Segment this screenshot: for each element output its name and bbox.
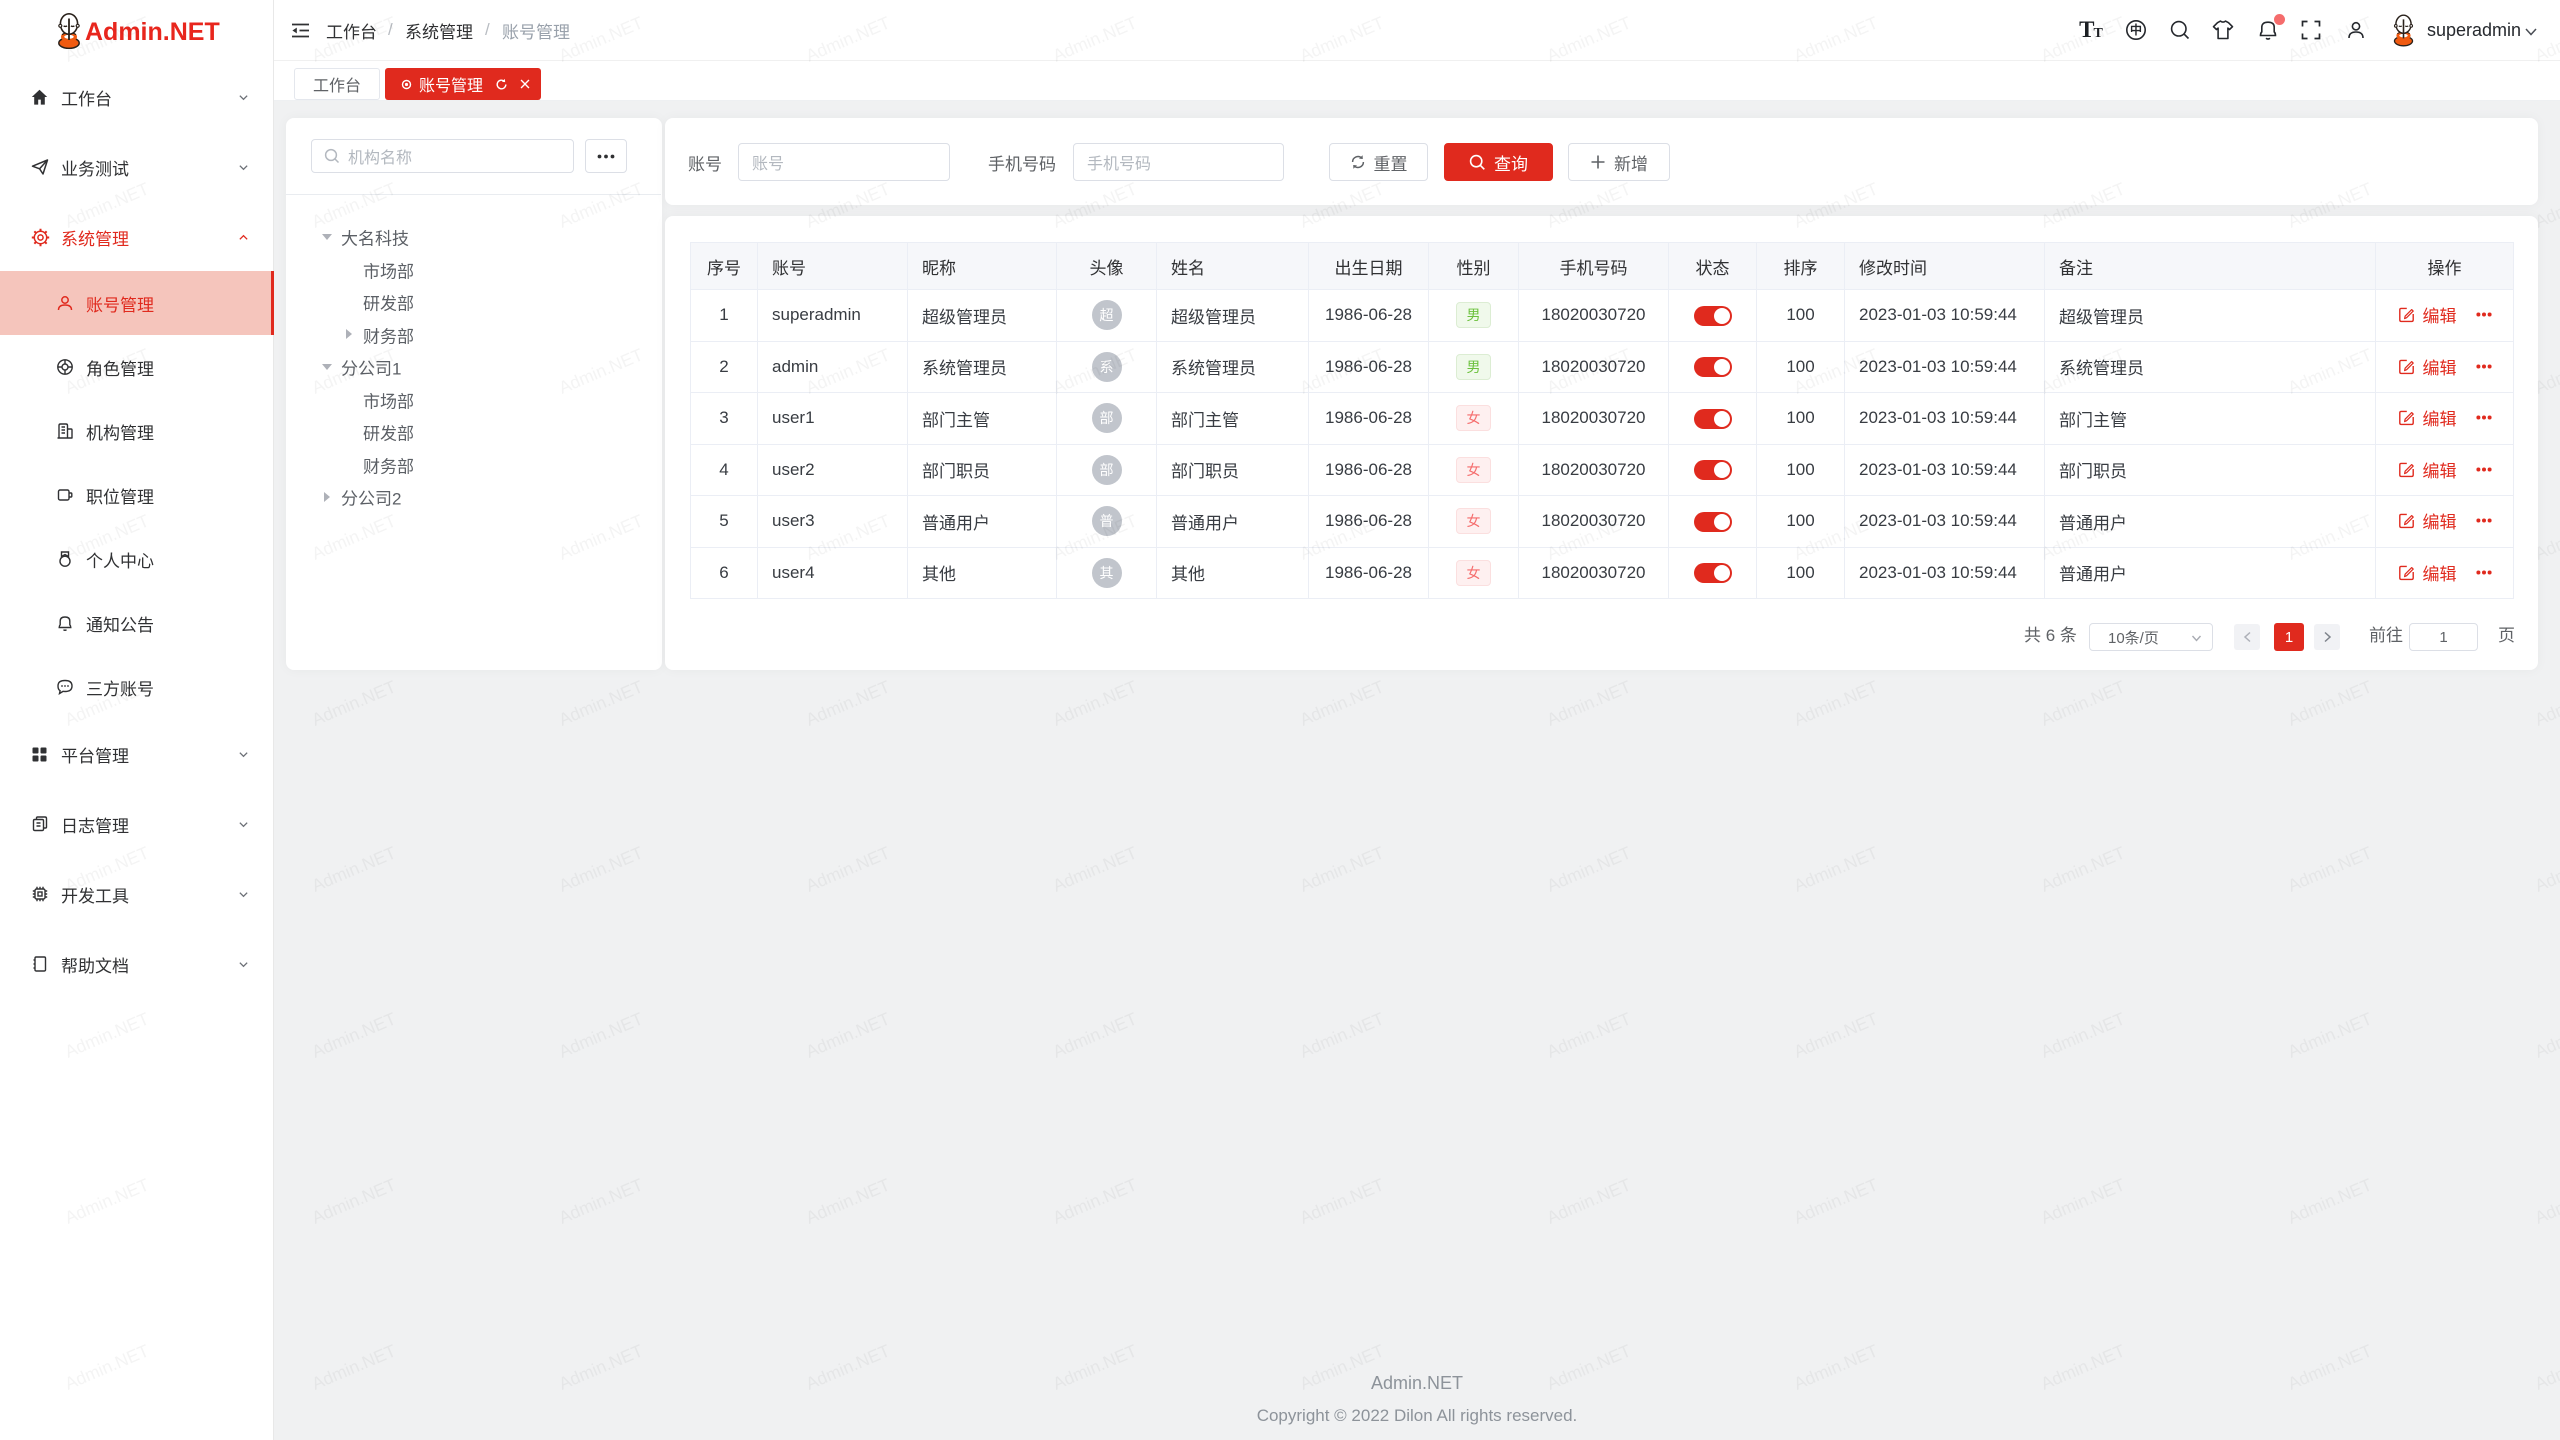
svg-text:中: 中 [2130,22,2142,37]
